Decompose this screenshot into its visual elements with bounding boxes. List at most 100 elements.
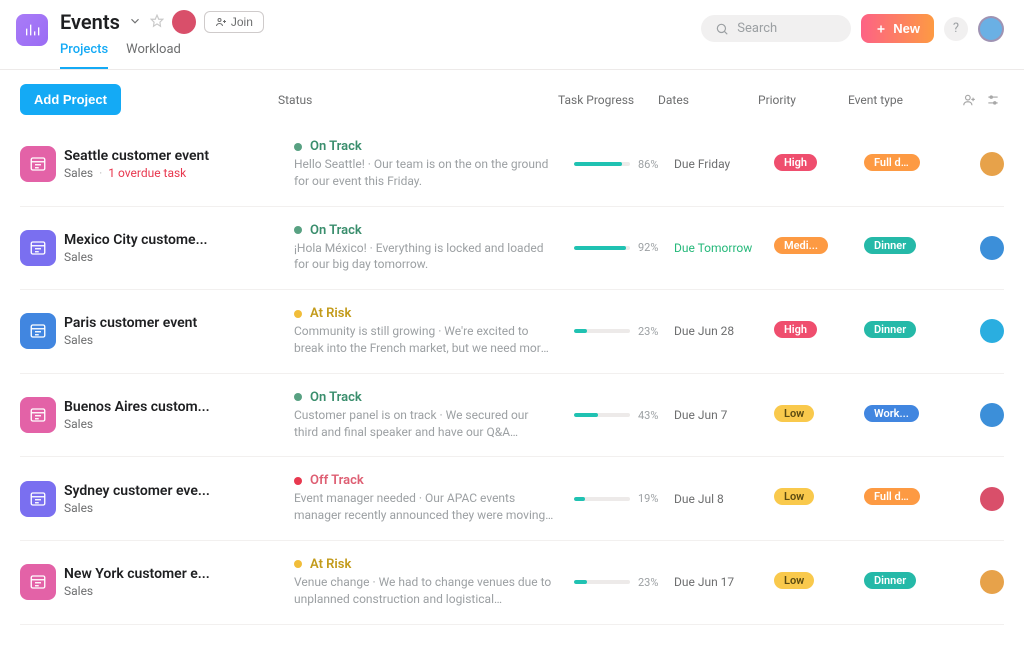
tab-workload[interactable]: Workload — [126, 42, 181, 69]
project-name: Paris customer event — [64, 315, 274, 331]
owner-cell[interactable] — [964, 319, 1004, 343]
col-priority[interactable]: Priority — [754, 93, 844, 107]
event-type-pill: Dinner — [864, 572, 916, 589]
progress-cell: 86% — [574, 158, 674, 171]
project-icon — [20, 481, 56, 517]
event-type-cell[interactable]: Work... — [864, 405, 964, 426]
event-type-cell[interactable]: Dinner — [864, 572, 964, 593]
owner-cell[interactable] — [964, 236, 1004, 260]
help-button[interactable]: ? — [944, 17, 968, 41]
progress-percent: 86% — [638, 158, 658, 171]
priority-cell[interactable]: High — [774, 321, 864, 342]
priority-cell[interactable]: Low — [774, 405, 864, 426]
priority-cell[interactable]: Low — [774, 488, 864, 509]
status-label: At Risk — [310, 557, 351, 572]
project-row[interactable]: Buenos Aires custom...SalesOn TrackCusto… — [20, 374, 1004, 458]
status-dot-icon — [294, 477, 302, 485]
date-cell[interactable]: Due Jun 17 — [674, 575, 774, 589]
owner-cell[interactable] — [964, 403, 1004, 427]
toolbar: Add Project Status Task Progress Dates P… — [0, 70, 1024, 123]
member-avatar[interactable] — [172, 10, 196, 34]
event-type-pill: Full d... — [864, 154, 920, 171]
col-event-type[interactable]: Event type — [844, 93, 944, 107]
status-note: Community is still growing · We're excit… — [294, 323, 554, 357]
project-icon — [20, 313, 56, 349]
favorite-star-icon[interactable] — [150, 13, 164, 32]
owner-cell[interactable] — [964, 487, 1004, 511]
owner-avatar — [980, 403, 1004, 427]
project-name: Sydney customer eve... — [64, 483, 274, 499]
progress-cell: 23% — [574, 325, 674, 338]
date-cell[interactable]: Due Jun 7 — [674, 408, 774, 422]
header: Events Join Projects Workload — [0, 0, 1024, 70]
status-note: Customer panel is on track · We secured … — [294, 407, 554, 441]
owner-avatar — [980, 319, 1004, 343]
project-title-cell: Mexico City custome...Sales — [64, 232, 294, 264]
col-dates[interactable]: Dates — [654, 93, 754, 107]
priority-cell[interactable]: Low — [774, 572, 864, 593]
new-button[interactable]: New — [861, 14, 934, 43]
project-name: New York customer e... — [64, 566, 274, 582]
owner-cell[interactable] — [964, 570, 1004, 594]
status-cell[interactable]: At Risk Venue change · We had to change v… — [294, 557, 574, 608]
status-note: Venue change · We had to change venues d… — [294, 574, 554, 608]
progress-percent: 92% — [638, 241, 658, 254]
date-cell[interactable]: Due Jun 28 — [674, 324, 774, 338]
status-dot-icon — [294, 310, 302, 318]
progress-cell: 92% — [574, 241, 674, 254]
owner-avatar — [980, 152, 1004, 176]
progress-bar — [574, 329, 630, 333]
status-cell[interactable]: On Track¡Hola México! · Everything is lo… — [294, 223, 574, 274]
project-name: Seattle customer event — [64, 148, 274, 164]
owner-cell[interactable] — [964, 152, 1004, 176]
header-left: Events Join Projects Workload — [16, 10, 264, 69]
col-status[interactable]: Status — [274, 93, 554, 107]
title-menu-chevron-icon[interactable] — [128, 13, 142, 32]
project-row[interactable]: Seattle customer event Sales·1 overdue ta… — [20, 123, 1004, 207]
project-icon — [20, 564, 56, 600]
project-subtitle: Sales — [64, 584, 294, 598]
status-label: At Risk — [310, 306, 351, 321]
project-title-cell: New York customer e... Sales — [64, 566, 294, 598]
progress-bar — [574, 413, 630, 417]
project-row[interactable]: New York customer e... Sales At Risk Venue … — [20, 541, 1004, 625]
owner-avatar — [980, 570, 1004, 594]
customize-icon[interactable] — [986, 93, 1000, 107]
project-title-cell: Seattle customer event Sales·1 overdue ta… — [64, 148, 294, 180]
status-dot-icon — [294, 143, 302, 151]
add-project-button[interactable]: Add Project — [20, 84, 121, 115]
priority-pill: Low — [774, 405, 814, 422]
current-user-avatar[interactable] — [978, 16, 1004, 42]
join-button[interactable]: Join — [204, 11, 264, 33]
date-cell[interactable]: Due Jul 8 — [674, 492, 774, 506]
progress-bar — [574, 497, 630, 501]
date-cell[interactable]: Due Tomorrow — [674, 241, 774, 255]
event-type-pill: Dinner — [864, 321, 916, 338]
event-type-cell[interactable]: Full d... — [864, 154, 964, 175]
status-cell[interactable]: On TrackCustomer panel is on track · We … — [294, 390, 574, 441]
priority-pill: High — [774, 154, 817, 171]
status-cell[interactable]: Off TrackEvent manager needed · Our APAC… — [294, 473, 574, 524]
add-member-icon[interactable] — [962, 93, 976, 107]
project-subtitle: Sales·1 overdue task — [64, 166, 294, 180]
priority-cell[interactable]: High — [774, 154, 864, 175]
status-cell[interactable]: On TrackHello Seattle! · Our team is on … — [294, 139, 574, 190]
status-cell[interactable]: At Risk Community is still growing · We'r… — [294, 306, 574, 357]
date-cell[interactable]: Due Friday — [674, 157, 774, 171]
priority-cell[interactable]: Medi... — [774, 237, 864, 258]
tab-projects[interactable]: Projects — [60, 42, 108, 69]
project-name: Buenos Aires custom... — [64, 399, 274, 415]
event-type-cell[interactable]: Dinner — [864, 321, 964, 342]
project-title-cell: Sydney customer eve...Sales — [64, 483, 294, 515]
status-dot-icon — [294, 226, 302, 234]
event-type-cell[interactable]: Full d... — [864, 488, 964, 509]
col-task-progress[interactable]: Task Progress — [554, 93, 654, 107]
project-row[interactable]: Mexico City custome...SalesOn Track¡Hola… — [20, 207, 1004, 291]
progress-percent: 23% — [638, 325, 658, 338]
project-row[interactable]: Sydney customer eve...SalesOff TrackEven… — [20, 457, 1004, 541]
event-type-cell[interactable]: Dinner — [864, 237, 964, 258]
project-row[interactable]: Paris customer eventSalesAt RiskCommunit… — [20, 290, 1004, 374]
project-name: Mexico City custome... — [64, 232, 274, 248]
search-input[interactable]: Search — [701, 15, 851, 42]
progress-cell: 23% — [574, 576, 674, 589]
